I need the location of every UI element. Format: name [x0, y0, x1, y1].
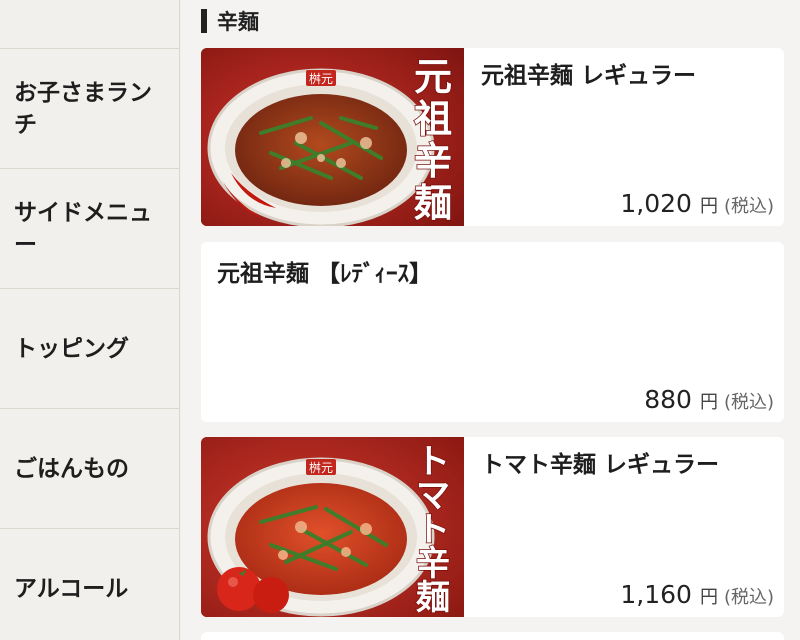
tax-label: (税込)	[723, 196, 774, 217]
currency-label: 円	[699, 196, 718, 217]
section-header: 辛麺	[201, 6, 259, 36]
image-title-char: 麺	[416, 578, 450, 617]
menu-card-tomato-karamen-regular[interactable]: 桝元 ト マ ト 辛 麺 トマト辛麺 レギュラー 1,160 円 (税込)	[201, 437, 784, 617]
sidebar-item-label: サイドメニュー	[14, 199, 152, 258]
noodle-bowl-image: 桝元 元 祖 辛 麺	[201, 48, 464, 226]
section-marker	[201, 9, 207, 33]
menu-content: 辛麺 桝元 元 祖 辛 麺 元祖辛麺 レギュラー 1,020 円 (税込) 元祖…	[181, 0, 800, 640]
currency-label: 円	[699, 392, 718, 413]
menu-image-ganso-karamen: 桝元 元 祖 辛 麺	[201, 48, 464, 226]
currency-label: 円	[699, 587, 718, 608]
menu-image-tomato-karamen: 桝元 ト マ ト 辛 麺	[201, 437, 464, 617]
sidebar-item-rice[interactable]: ごはんもの	[0, 408, 180, 528]
section-title: 辛麺	[217, 10, 259, 34]
image-title-char: 元	[414, 54, 452, 99]
menu-card-next[interactable]	[201, 632, 784, 640]
sidebar-item-kids-lunch[interactable]: お子さまランチ	[0, 48, 180, 168]
tax-label: (税込)	[723, 587, 774, 608]
sidebar-item-label: お子さまランチ	[14, 79, 152, 138]
sidebar-item-label: アルコール	[14, 575, 129, 602]
price-row: 1,160 円 (税込)	[620, 580, 774, 609]
menu-item-price: 880	[644, 385, 692, 414]
price-row: 1,020 円 (税込)	[620, 189, 774, 218]
sidebar-item-side-menu[interactable]: サイドメニュー	[0, 168, 180, 288]
menu-item-name: 元祖辛麺 【ﾚﾃﾞｨｰｽ】	[217, 261, 433, 287]
image-title-char: 辛	[414, 138, 452, 183]
image-title-char: 祖	[414, 96, 452, 141]
menu-item-name: 元祖辛麺 レギュラー	[481, 63, 697, 89]
noodle-bowl-image: 桝元 ト マ ト 辛 麺	[201, 437, 464, 617]
sidebar-item-label: トッピング	[14, 335, 129, 362]
sidebar-item-alcohol[interactable]: アルコール	[0, 528, 180, 640]
price-row: 880 円 (税込)	[644, 385, 774, 414]
menu-item-price: 1,020	[620, 189, 692, 218]
image-title-char: 麺	[414, 180, 452, 225]
menu-card-ganso-karamen-ladies[interactable]: 元祖辛麺 【ﾚﾃﾞｨｰｽ】 880 円 (税込)	[201, 242, 784, 422]
bowl-brand-label: 桝元	[309, 460, 333, 475]
sidebar-item-topping[interactable]: トッピング	[0, 288, 180, 408]
menu-item-price: 1,160	[620, 580, 692, 609]
bowl-brand-label: 桝元	[309, 71, 333, 86]
tax-label: (税込)	[723, 392, 774, 413]
category-sidebar: お子さまランチ サイドメニュー トッピング ごはんもの アルコール	[0, 0, 180, 640]
menu-card-ganso-karamen-regular[interactable]: 桝元 元 祖 辛 麺 元祖辛麺 レギュラー 1,020 円 (税込)	[201, 48, 784, 226]
menu-item-name: トマト辛麺 レギュラー	[481, 452, 720, 478]
sidebar-item-label: ごはんもの	[14, 455, 129, 482]
